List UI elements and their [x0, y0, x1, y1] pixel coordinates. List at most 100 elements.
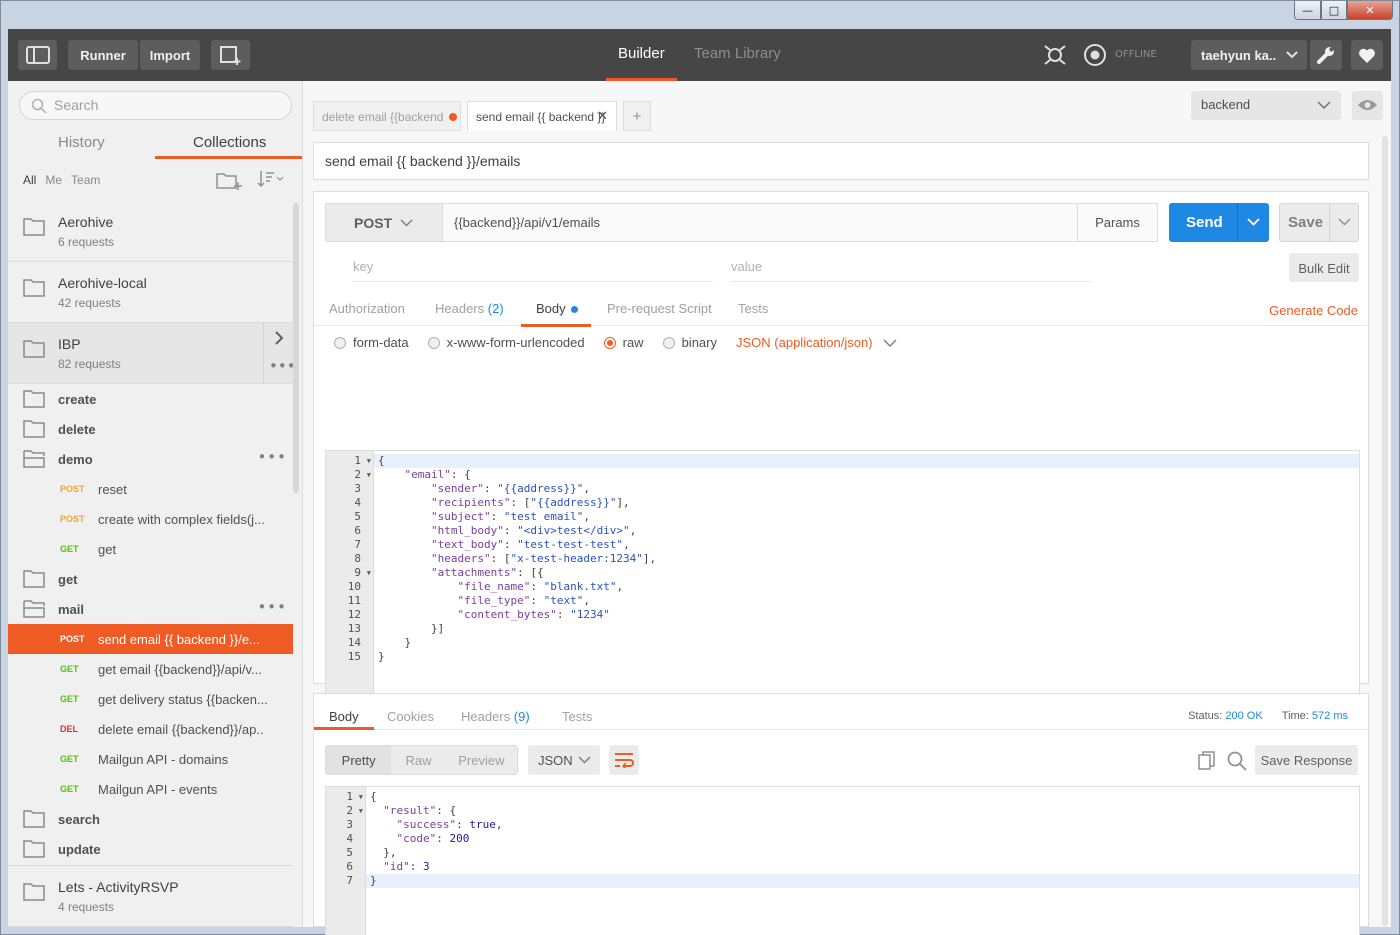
generate-code-link[interactable]: Generate Code	[1269, 303, 1358, 318]
bulk-edit-button[interactable]: Bulk Edit	[1289, 253, 1359, 282]
filter-team[interactable]: Team	[71, 173, 100, 187]
favorite-button[interactable]	[1351, 40, 1383, 70]
response-format-select[interactable]: JSON	[528, 745, 600, 775]
import-button[interactable]: Import	[140, 40, 200, 70]
send-options-button[interactable]	[1237, 203, 1269, 242]
request-item[interactable]: POST create with complex fields(j...	[8, 504, 293, 534]
folder-mail[interactable]: mail •••	[8, 594, 293, 624]
tab-authorization[interactable]: Authorization	[329, 301, 405, 316]
chevron-right-icon[interactable]	[273, 330, 285, 346]
sync-status-icon[interactable]	[1083, 43, 1107, 67]
more-icon[interactable]: •••	[257, 598, 287, 616]
tab-history[interactable]: History	[58, 134, 105, 151]
folder-search[interactable]: search	[8, 804, 293, 834]
fold-arrow-icon[interactable]: ▼	[359, 793, 363, 801]
sort-icon[interactable]	[257, 170, 285, 188]
radio-form-data[interactable]: form-data	[334, 335, 409, 350]
request-item[interactable]: GET get email {{backend}}/api/v...	[8, 654, 293, 684]
settings-button[interactable]	[1310, 40, 1342, 70]
fold-arrow-icon[interactable]: ▼	[359, 807, 363, 815]
tab-collections[interactable]: Collections	[193, 134, 266, 151]
method-select[interactable]: POST	[326, 204, 442, 241]
fold-arrow-icon[interactable]: ▼	[367, 457, 371, 465]
collection-item[interactable]: IBP 82 requests •••	[8, 323, 296, 384]
folder-get[interactable]: get	[8, 564, 293, 594]
folder-demo[interactable]: demo •••	[8, 444, 293, 474]
view-preview[interactable]: Preview	[446, 746, 517, 774]
more-icon[interactable]: •••	[269, 357, 296, 375]
environment-quicklook-button[interactable]	[1352, 91, 1383, 120]
view-pretty[interactable]: Pretty	[326, 746, 392, 774]
tab-body[interactable]: Body	[536, 301, 579, 316]
request-name-title[interactable]: send email {{ backend }}/emails	[313, 142, 1369, 180]
more-icon[interactable]: •••	[257, 448, 287, 466]
view-raw[interactable]: Raw	[391, 746, 445, 774]
request-item[interactable]: GET Mailgun API - events	[8, 774, 293, 804]
request-tab[interactable]: delete email {{backend	[313, 101, 461, 131]
save-button[interactable]: Save	[1279, 203, 1359, 242]
tab-response-headers[interactable]: Headers (9)	[461, 709, 530, 724]
code-line: "headers": ["x-test-header:1234"],	[430, 552, 657, 565]
main-scrollbar[interactable]	[1382, 136, 1388, 926]
tab-team-library[interactable]: Team Library	[694, 45, 781, 62]
radio-raw[interactable]: raw	[603, 335, 644, 350]
folder-icon	[23, 340, 45, 358]
environment-select[interactable]: backend	[1191, 91, 1341, 120]
new-collection-icon[interactable]	[216, 170, 242, 190]
add-tab-button[interactable]: +	[623, 101, 651, 131]
tab-tests[interactable]: Tests	[738, 301, 768, 316]
param-key-input[interactable]: key	[353, 259, 713, 282]
folder-name: get	[58, 572, 78, 587]
radio-urlencoded[interactable]: x-www-form-urlencoded	[427, 335, 585, 350]
save-response-button[interactable]: Save Response	[1255, 745, 1358, 775]
runner-button[interactable]: Runner	[68, 40, 138, 70]
folder-create[interactable]: create	[8, 384, 293, 414]
minimize-icon[interactable]: —	[1294, 1, 1321, 20]
tab-headers[interactable]: Headers (2)	[435, 301, 504, 316]
request-item[interactable]: POST reset	[8, 474, 293, 504]
radio-binary[interactable]: binary	[662, 335, 717, 350]
fold-arrow-icon[interactable]: ▼	[367, 471, 371, 479]
tab-builder[interactable]: Builder	[606, 45, 677, 81]
collection-item[interactable]: Aerohive 6 requests	[8, 201, 293, 262]
send-button[interactable]: Send	[1169, 203, 1269, 242]
request-item[interactable]: GET Mailgun API - domains	[8, 744, 293, 774]
request-item[interactable]: DEL delete email {{backend}}/ap..	[8, 714, 293, 744]
user-menu[interactable]: taehyun ka..	[1191, 40, 1307, 70]
request-item[interactable]: GET get	[8, 534, 293, 564]
maximize-icon[interactable]: □	[1321, 1, 1347, 20]
request-item-selected[interactable]: POST send email {{ backend }}/e...	[8, 624, 293, 654]
collection-item[interactable]: Aerohive-local 42 requests	[8, 262, 293, 323]
params-button[interactable]: Params	[1077, 204, 1157, 241]
close-icon[interactable]: ✕	[1347, 1, 1393, 20]
tab-cookies[interactable]: Cookies	[387, 709, 434, 724]
collection-item[interactable]: Lets - ActivityRSVP 4 requests	[8, 866, 293, 927]
search-input[interactable]	[54, 97, 274, 113]
line-number: 14	[347, 636, 361, 649]
active-subtab-indicator	[314, 727, 374, 730]
line-number: 6	[346, 860, 353, 873]
tab-response-body[interactable]: Body	[329, 709, 359, 724]
request-tab-active[interactable]: send email {{ backend }} ✕	[467, 101, 617, 131]
response-body-viewer[interactable]: 1 ▼ 2 ▼ 3 4 5 6 7 { "result": { "success": true,…	[325, 786, 1360, 935]
url-input[interactable]: {{backend}}/api/v1/emails	[442, 204, 1078, 241]
wrap-lines-button[interactable]	[609, 745, 639, 775]
sidebar-scrollbar[interactable]	[293, 203, 299, 493]
folder-update[interactable]: update	[8, 834, 293, 866]
filter-all[interactable]: All	[23, 173, 36, 187]
fold-arrow-icon[interactable]: ▼	[367, 569, 371, 577]
param-value-input[interactable]: value	[731, 259, 1091, 282]
request-item[interactable]: GET get delivery status {{backen...	[8, 684, 293, 714]
search-icon[interactable]	[1227, 751, 1247, 771]
filter-me[interactable]: Me	[45, 173, 62, 187]
new-tab-button[interactable]	[211, 40, 250, 70]
content-type-select[interactable]: JSON (application/json)	[736, 335, 897, 350]
interceptor-icon[interactable]	[1042, 43, 1068, 67]
folder-delete[interactable]: delete	[8, 414, 293, 444]
copy-icon[interactable]	[1198, 751, 1216, 771]
tab-response-tests[interactable]: Tests	[562, 709, 592, 724]
sidebar-toggle-button[interactable]	[18, 40, 57, 70]
close-tab-icon[interactable]: ✕	[597, 108, 608, 124]
save-options-button[interactable]	[1329, 204, 1359, 241]
tab-prerequest-script[interactable]: Pre-request Script	[607, 301, 712, 316]
